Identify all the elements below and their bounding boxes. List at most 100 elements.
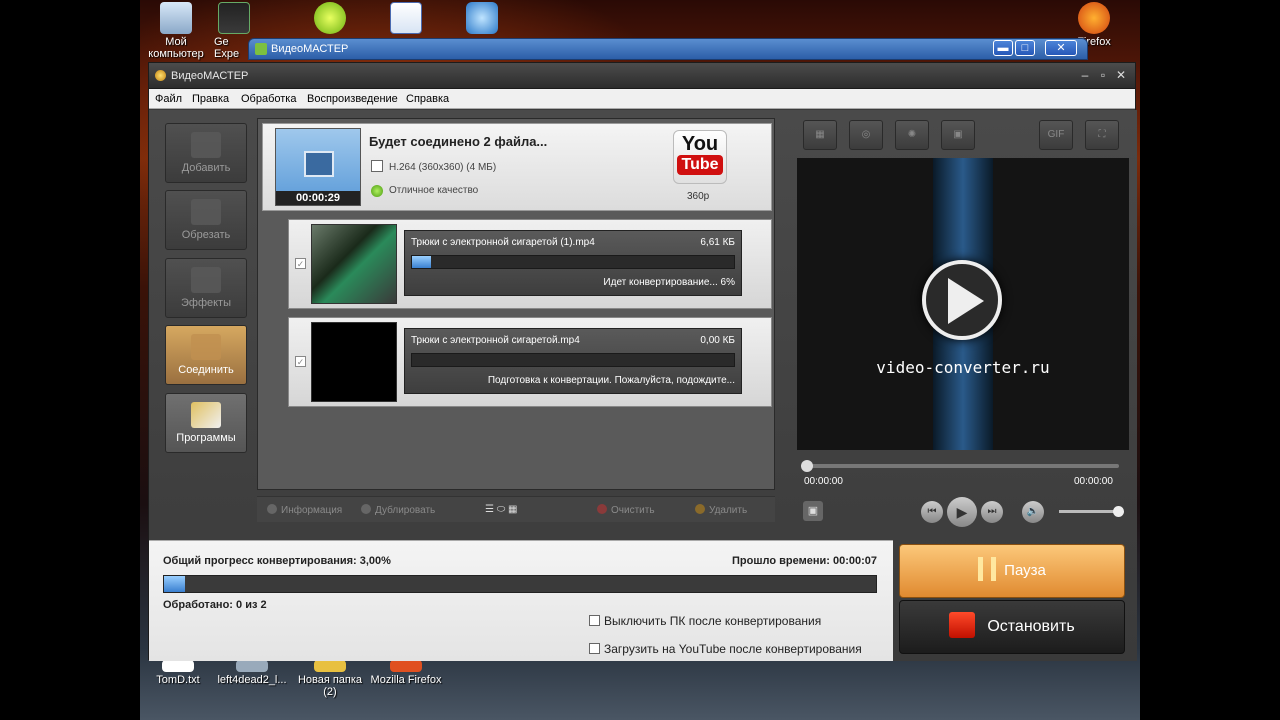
pause-label: Пауза	[1004, 562, 1046, 579]
desktop-icon-app-green[interactable]	[290, 2, 370, 36]
desktop-icon-label: TomD.txt	[156, 674, 200, 686]
rotate-icon[interactable]: ◎	[849, 120, 883, 150]
video-preview[interactable]: video-converter.ru	[797, 158, 1129, 450]
current-time: 00:00:00	[804, 476, 843, 487]
app-logo-icon	[155, 70, 166, 81]
computer-icon	[160, 2, 192, 34]
desktop-icon-left4dead[interactable]: left4dead2_l...	[212, 660, 292, 686]
stop-label: Остановить	[987, 618, 1075, 635]
gif-icon[interactable]: GIF	[1039, 120, 1073, 150]
menu-playback[interactable]: Воспроизведение	[307, 93, 398, 105]
file-item[interactable]: ✓ Трюки с электронной сигаретой.mp4 0,00…	[288, 317, 772, 407]
menu-processing[interactable]: Обработка	[241, 93, 296, 105]
effects-icon	[191, 267, 221, 293]
shutdown-checkbox[interactable]	[589, 615, 600, 626]
seek-handle[interactable]	[801, 460, 813, 472]
minimize-icon[interactable]: –	[1077, 67, 1093, 83]
view-toggle[interactable]: ☰ ⬭ ▦	[485, 504, 518, 515]
add-button[interactable]: Добавить	[165, 123, 247, 183]
preview-toolbar: ▦ ◎ ✺ ▣ GIF ⛶	[797, 120, 1129, 150]
shutdown-option[interactable]: Выключить ПК после конвертирования	[589, 614, 821, 628]
elapsed-time: Прошло времени: 00:00:07	[732, 555, 877, 567]
trim-film-icon	[191, 199, 221, 225]
youtube-upload-label: Загрузить на YouTube после конвертирован…	[604, 642, 862, 656]
youtube-upload-option[interactable]: Загрузить на YouTube после конвертирован…	[589, 642, 862, 656]
stop-icon	[949, 612, 976, 638]
seek-bar[interactable]	[801, 460, 1119, 472]
file-checkbox[interactable]: ✓	[295, 258, 306, 269]
duplicate-button[interactable]: Дублировать	[361, 504, 435, 516]
shutdown-label: Выключить ПК после конвертирования	[604, 614, 822, 628]
stop-button[interactable]: Остановить	[899, 600, 1125, 654]
file-checkbox[interactable]: ✓	[295, 356, 306, 367]
youtube-preset-icon[interactable]: You Tube	[673, 130, 727, 184]
rewind-icon[interactable]: ⏮	[921, 501, 943, 523]
folder-icon	[314, 660, 346, 672]
trim-button[interactable]: Обрезать	[165, 190, 247, 250]
close-button[interactable]: ✕	[1045, 40, 1077, 56]
forward-icon[interactable]: ⏭	[981, 501, 1003, 523]
desktop-icon-app-blue[interactable]	[442, 2, 522, 36]
button-label: Добавить	[181, 162, 231, 174]
menu-edit[interactable]: Правка	[192, 93, 229, 105]
button-label: Обрезать	[181, 229, 231, 241]
play-overlay-icon[interactable]	[922, 260, 1002, 340]
desktop-icon-my-computer[interactable]: Мой компьютер	[140, 2, 216, 60]
file-progress-bar	[411, 255, 735, 269]
desktop-icon-mozilla-firefox[interactable]: Mozilla Firefox	[366, 660, 446, 686]
close-icon[interactable]: ✕	[1113, 67, 1129, 83]
firefox-icon	[390, 660, 422, 672]
youtube-logo-text: You	[681, 133, 719, 155]
quality-label: Отличное качество	[389, 185, 479, 196]
fullscreen-icon[interactable]: ⛶	[1085, 120, 1119, 150]
menu-bar: Файл Правка Обработка Воспроизведение Сп…	[149, 89, 1135, 109]
pause-icon	[978, 557, 997, 581]
info-button[interactable]: Информация	[267, 504, 342, 516]
volume-slider[interactable]	[1059, 506, 1124, 517]
brightness-icon[interactable]: ✺	[895, 120, 929, 150]
youtube-logo-badge: Tube	[677, 155, 723, 175]
clear-button[interactable]: Очистить	[597, 504, 655, 516]
volume-handle[interactable]	[1113, 506, 1124, 517]
titlebar[interactable]: ВидеоМАСТЕР – ▫ ✕	[149, 63, 1135, 89]
file-item[interactable]: ✓ Трюки с электронной сигаретой (1).mp4 …	[288, 219, 772, 309]
button-label: Эффекты	[180, 297, 231, 309]
overall-progress-bar	[163, 575, 877, 593]
programs-button[interactable]: Программы	[165, 393, 247, 453]
join-icon	[191, 334, 221, 360]
summary-title: Будет соединено 2 файла...	[369, 134, 548, 149]
desktop-icon-word[interactable]	[366, 2, 446, 36]
join-summary-card[interactable]: 00:00:29 Будет соединено 2 файла... H.26…	[262, 123, 772, 211]
button-label: Соединить	[178, 364, 234, 376]
desktop-icon-tomd[interactable]: TomD.txt	[140, 660, 218, 686]
effects-button[interactable]: Эффекты	[165, 258, 247, 318]
join-button[interactable]: Соединить	[165, 325, 247, 385]
window-title: ВидеоМАСТЕР	[171, 70, 249, 82]
desktop: Мой компьютер Ge Expe Firefox TomD.txt l…	[140, 0, 1140, 720]
frame-icon[interactable]: ▣	[941, 120, 975, 150]
firefox-icon	[1078, 2, 1110, 34]
snapshot-icon[interactable]: ▣	[803, 501, 823, 521]
pause-button[interactable]: Пауза	[899, 544, 1125, 598]
play-icon[interactable]: ▶	[947, 497, 977, 527]
youtube-upload-checkbox[interactable]	[589, 643, 600, 654]
minimize-button[interactable]: ▬	[993, 40, 1013, 56]
crop-icon[interactable]: ▦	[803, 120, 837, 150]
volume-icon[interactable]: 🔈	[1022, 501, 1044, 523]
background-window-titlebar[interactable]: ВидеоМАСТЕР ▬ □ ✕	[248, 38, 1088, 60]
desktop-icon-label: Mozilla Firefox	[370, 674, 442, 686]
maximize-button[interactable]: □	[1015, 40, 1035, 56]
desktop-icon-label: Мой компьютер	[148, 36, 204, 60]
menu-file[interactable]: Файл	[155, 93, 182, 105]
word-doc-icon	[390, 2, 422, 34]
total-time: 00:00:00	[1074, 476, 1113, 487]
joined-video-thumbnail: 00:00:29	[275, 128, 361, 206]
info-label: Информация	[281, 505, 343, 516]
menu-help[interactable]: Справка	[406, 93, 449, 105]
file-thumbnail	[311, 224, 397, 304]
codec-info: H.264 (360x360) (4 МБ)	[389, 162, 497, 173]
delete-button[interactable]: Удалить	[695, 504, 747, 516]
desktop-icon-new-folder[interactable]: Новая папка (2)	[290, 660, 370, 698]
maximize-icon[interactable]: ▫	[1095, 67, 1111, 83]
file-info-panel: Трюки с электронной сигаретой.mp4 0,00 К…	[404, 328, 742, 394]
